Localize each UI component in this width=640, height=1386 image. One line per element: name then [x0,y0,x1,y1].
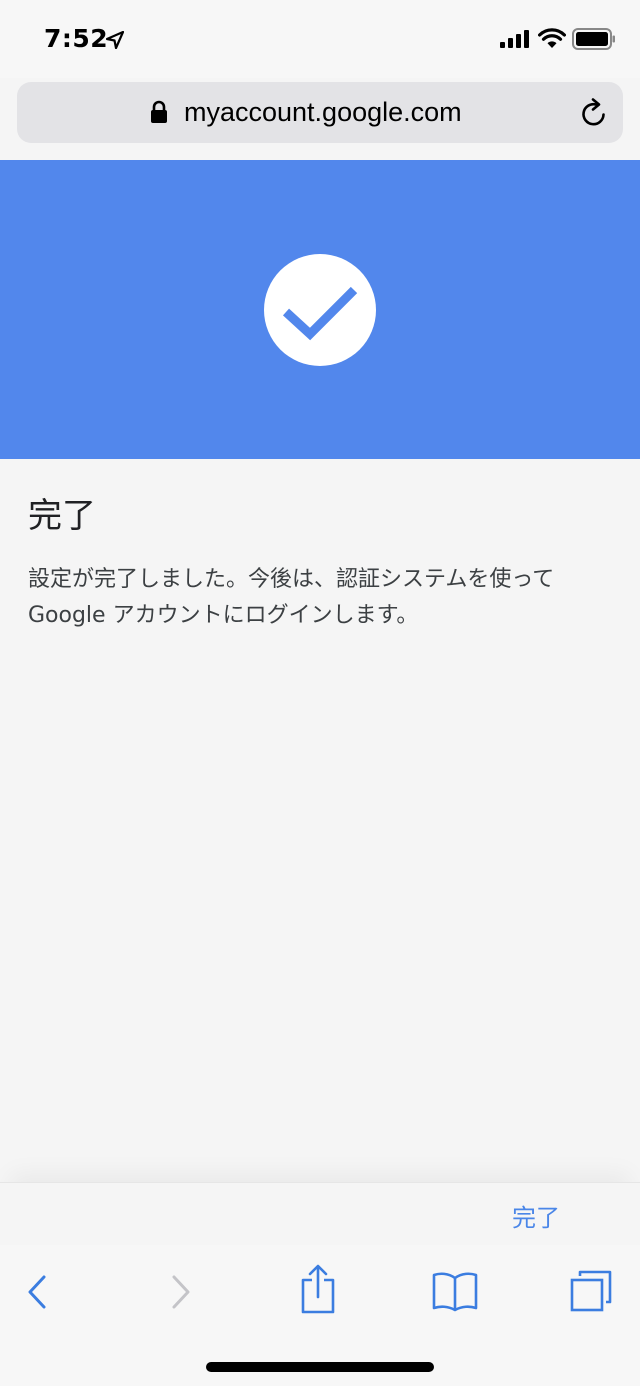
check-circle-icon [264,254,376,366]
back-icon[interactable] [26,1274,48,1310]
signal-bars-icon [500,30,529,48]
home-indicator[interactable] [206,1362,434,1372]
url-text[interactable]: myaccount.google.com [184,97,462,128]
wifi-icon [538,28,566,48]
completion-message: 設定が完了しました。今後は、認証システムを使って Google アカウントにログ… [28,567,555,628]
battery-icon [572,28,615,50]
page-title: 完了 [28,496,96,536]
forward-icon[interactable] [170,1274,192,1310]
lock-icon [151,100,167,123]
done-button[interactable]: 完了 [512,1198,560,1233]
reload-icon[interactable] [580,98,608,128]
location-arrow-icon [106,31,124,49]
bookmarks-icon[interactable] [432,1270,478,1312]
share-icon[interactable] [300,1264,336,1314]
tabs-icon[interactable] [568,1268,614,1314]
status-time: 7:52 [44,24,109,53]
